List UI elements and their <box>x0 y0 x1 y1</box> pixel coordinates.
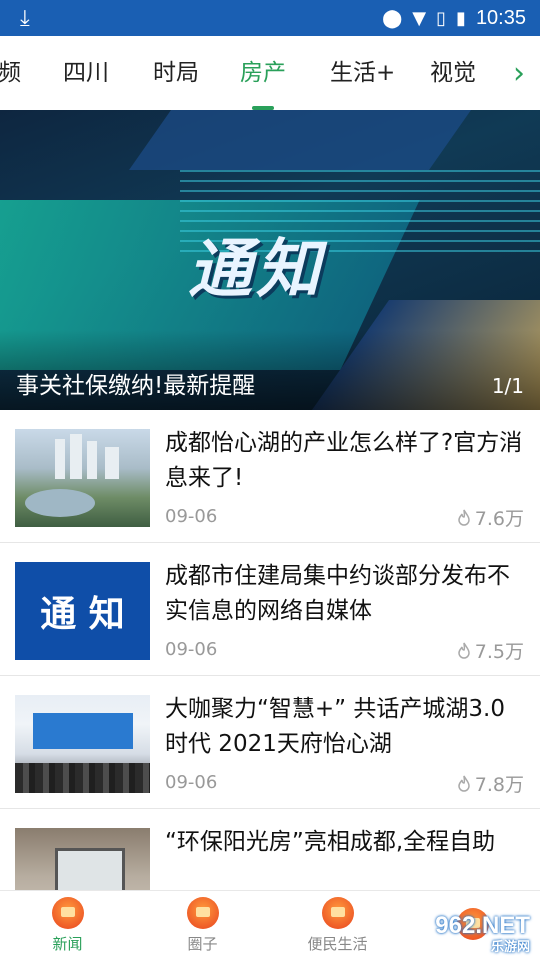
status-time: 10:35 <box>475 6 526 29</box>
news-date: 09-06 <box>165 506 218 527</box>
no-sim-icon: ▯ <box>436 7 447 29</box>
news-title: 成都市住建局集中约谈部分发布不实信息的网络自媒体 <box>165 563 510 624</box>
news-thumbnail <box>15 429 150 527</box>
news-title: “环保阳光房”亮相成都,全程自助 <box>165 829 496 855</box>
status-bar: ⤓ ⬤ ▼ ▯ ▮ 10:35 <box>0 0 540 36</box>
chevron-right-icon[interactable]: › <box>498 36 540 110</box>
download-icon: ⤓ <box>20 5 30 31</box>
home-icon <box>321 897 354 929</box>
news-views: 7.8万 <box>457 770 524 797</box>
tab-real-estate[interactable]: 房产 <box>240 36 286 110</box>
watermark-logo: 962.NET 乐游网 <box>435 912 530 954</box>
news-date: 09-06 <box>165 639 218 660</box>
banner-carousel[interactable]: 通知 事关社保缴纳!最新提醒 1/1 <box>0 110 540 410</box>
news-title: 成都怡心湖的产业怎么样了?官方消息来了! <box>165 430 523 491</box>
news-icon <box>51 897 84 929</box>
tab-visual[interactable]: 视觉 <box>430 36 476 110</box>
banner-pager: 1/1 <box>491 374 524 398</box>
nav-news[interactable]: 新闻 <box>0 891 135 960</box>
tab-current-affairs[interactable]: 时局 <box>153 36 199 110</box>
news-date: 09-06 <box>165 772 218 793</box>
smile-icon <box>186 897 219 929</box>
tab-sichuan[interactable]: 四川 <box>63 36 109 110</box>
flame-icon <box>458 642 470 659</box>
news-item[interactable]: 成都怡心湖的产业怎么样了?官方消息来了! 09-06 7.6万 <box>0 410 540 543</box>
banner-caption: 事关社保缴纳!最新提醒 <box>16 373 256 399</box>
news-views: 7.6万 <box>457 504 524 531</box>
news-thumbnail: 通 知 <box>15 562 150 660</box>
news-list: 成都怡心湖的产业怎么样了?官方消息来了! 09-06 7.6万 通 知 成都市住… <box>0 410 540 942</box>
flame-icon <box>458 509 470 526</box>
nav-circle[interactable]: 圈子 <box>135 891 270 960</box>
location-icon: ⬤ <box>382 7 403 29</box>
tab-life-plus[interactable]: 生活+ <box>330 36 395 110</box>
news-item[interactable]: 大咖聚力“智慧+” 共话产城湖3.0时代 2021天府怡心湖 09-06 7.8… <box>0 676 540 809</box>
flame-icon <box>458 775 470 792</box>
wifi-icon: ▼ <box>412 7 427 29</box>
battery-icon: ▮ <box>456 7 466 29</box>
channel-tabs: 频 四川 时局 房产 生活+ 视觉 › <box>0 36 540 110</box>
banner-headline: 通知 <box>188 233 324 307</box>
nav-services[interactable]: 便民生活 <box>270 891 405 960</box>
tab-video[interactable]: 频 <box>0 36 21 110</box>
status-icons: ⬤ ▼ ▯ ▮ 10:35 <box>382 7 526 30</box>
news-title: 大咖聚力“智慧+” 共话产城湖3.0时代 2021天府怡心湖 <box>165 696 505 757</box>
news-views: 7.5万 <box>457 637 524 664</box>
news-item[interactable]: 通 知 成都市住建局集中约谈部分发布不实信息的网络自媒体 09-06 7.5万 <box>0 543 540 676</box>
news-thumbnail <box>15 695 150 793</box>
